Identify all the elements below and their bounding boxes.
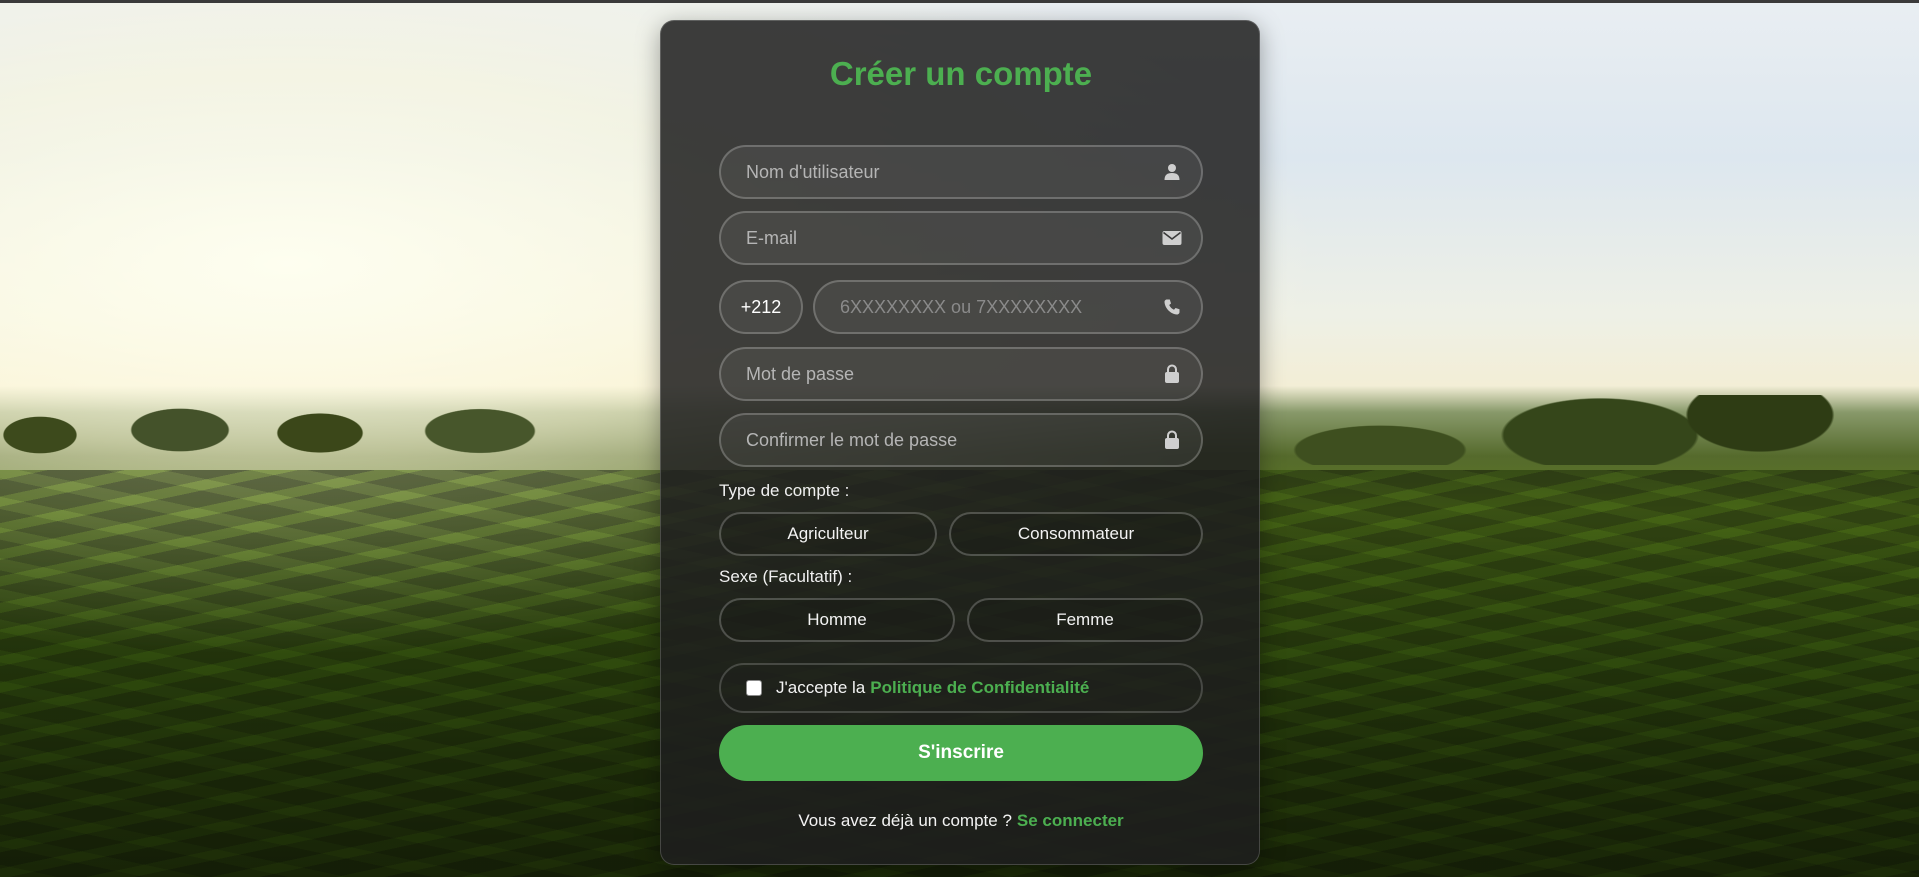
signup-button[interactable]: S'inscrire (719, 725, 1203, 781)
password-field[interactable] (719, 347, 1203, 401)
signup-card: Créer un compte +212 Type de compte : Ag… (660, 20, 1260, 865)
username-input[interactable] (721, 147, 1161, 197)
login-row: Vous avez déjà un compte ? Se connecter (661, 811, 1261, 831)
gender-label: Sexe (Facultatif) : (719, 567, 853, 586)
phone-input[interactable] (815, 282, 1161, 332)
page-title: Créer un compte (829, 55, 1093, 92)
phone-icon (1161, 296, 1183, 318)
login-link[interactable]: Se connecter (1017, 811, 1124, 830)
account-type-agriculteur-button[interactable]: Agriculteur (719, 512, 937, 556)
gender-femme-button[interactable]: Femme (967, 598, 1203, 642)
user-icon (1161, 161, 1183, 183)
account-type-consommateur-button[interactable]: Consommateur (949, 512, 1203, 556)
email-field[interactable] (719, 211, 1203, 265)
lock-icon (1161, 363, 1183, 385)
lock-icon (1161, 429, 1183, 451)
phone-field[interactable] (813, 280, 1203, 334)
username-field[interactable] (719, 145, 1203, 199)
login-prompt: Vous avez déjà un compte ? (798, 811, 1012, 830)
top-border (0, 0, 1919, 3)
terms-text: J'accepte la (776, 678, 866, 697)
confirm-password-input[interactable] (721, 415, 1161, 465)
phone-prefix[interactable]: +212 (719, 280, 803, 334)
terms-checkbox[interactable] (746, 680, 762, 696)
privacy-policy-link[interactable]: Politique de Confidentialité (870, 678, 1089, 698)
email-input[interactable] (721, 213, 1161, 263)
gender-homme-button[interactable]: Homme (719, 598, 955, 642)
confirm-password-field[interactable] (719, 413, 1203, 467)
account-type-label: Type de compte : (719, 481, 850, 500)
terms-row: J'accepte la Politique de Confidentialit… (719, 663, 1203, 713)
envelope-icon (1161, 227, 1183, 249)
password-input[interactable] (721, 349, 1161, 399)
